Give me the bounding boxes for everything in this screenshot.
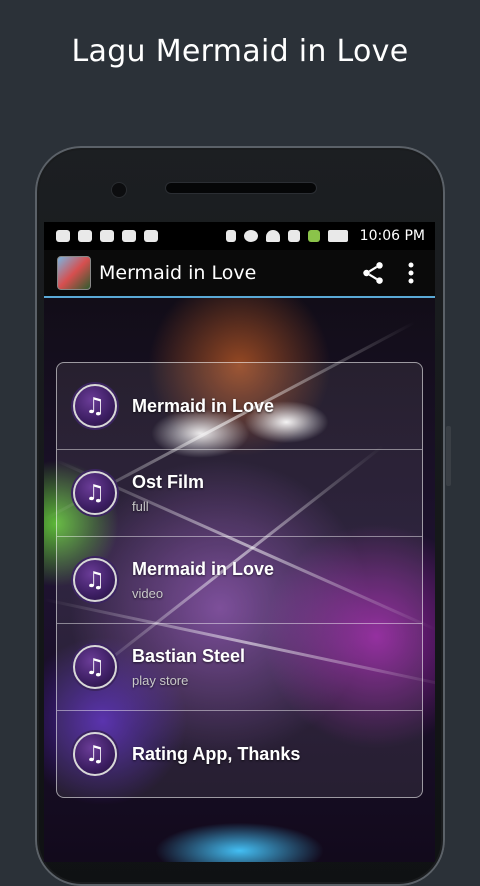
system-icons: 10:06 PM [225,228,435,244]
item-subtitle: full [132,499,149,514]
signal-2-icon [307,230,320,242]
vibrate-icon [225,230,236,242]
volume-button [446,426,451,486]
app-logo-icon [57,256,91,290]
line-icon [78,230,92,242]
sync-icon [122,230,136,242]
list-item[interactable]: ♫ Rating App, Thanks [57,711,422,797]
battery-icon [327,230,348,242]
wifi-icon [265,230,280,242]
phone-screen: 10:06 PM Mermaid in Love ♫ Mermaid in Lo… [44,222,435,862]
app-bar: Mermaid in Love [44,250,435,298]
image-icon [100,230,114,242]
music-note-icon: ♫ [73,558,117,602]
music-note-icon: ♫ [73,732,117,776]
item-title: Rating App, Thanks [132,743,301,764]
front-camera [111,182,127,198]
app-title: Mermaid in Love [99,262,257,284]
notification-icons [44,230,158,242]
share-icon [363,262,383,284]
item-subtitle: video [132,586,164,601]
item-subtitle: play store [132,673,189,688]
item-title: Mermaid in Love [132,395,275,416]
content-area: ♫ Mermaid in Love ♫ Ost Film full ♫ Merm… [44,298,435,862]
list-item[interactable]: ♫ Mermaid in Love video [57,537,422,624]
item-title: Bastian Steel [132,646,246,666]
item-title: Mermaid in Love [132,559,275,579]
promo-title: Lagu Mermaid in Love [71,34,409,69]
status-bar: 10:06 PM [44,222,435,250]
earpiece-speaker [165,182,317,194]
status-time: 10:06 PM [359,228,425,244]
item-title: Ost Film [132,472,205,492]
overflow-menu-button[interactable] [393,253,429,293]
bbm-icon [144,230,158,242]
music-note-icon: ♫ [73,645,117,689]
list-item[interactable]: ♫ Bastian Steel play store [57,624,422,711]
menu-list: ♫ Mermaid in Love ♫ Ost Film full ♫ Merm… [56,362,423,798]
music-note-icon: ♫ [73,384,117,428]
music-note-icon: ♫ [73,471,117,515]
signal-icon [287,230,300,242]
overflow-menu-icon [408,262,414,284]
chat-icon [56,230,70,242]
alarm-icon [243,230,258,242]
list-item[interactable]: ♫ Mermaid in Love [57,363,422,450]
list-item[interactable]: ♫ Ost Film full [57,450,422,537]
share-button[interactable] [353,253,393,293]
